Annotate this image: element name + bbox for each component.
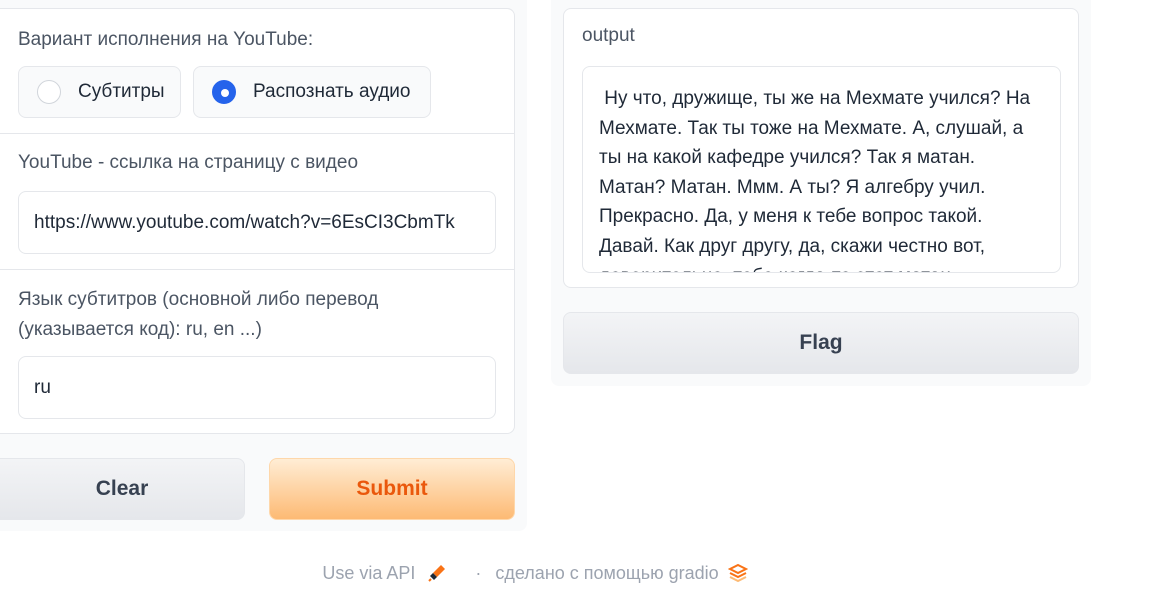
output-card: output Ну что, дружище, ты же на Мехмате… bbox=[563, 8, 1079, 288]
radio-option-subtitles[interactable]: Субтитры bbox=[18, 66, 181, 118]
use-via-api-link[interactable]: Use via API bbox=[322, 563, 447, 584]
footer: Use via API · сделано с помощью gradio bbox=[0, 558, 1070, 588]
output-panel: output Ну что, дружище, ты же на Мехмате… bbox=[551, 0, 1091, 386]
language-block: Язык субтитров (основной либо перевод (у… bbox=[0, 270, 515, 435]
url-input[interactable]: https://www.youtube.com/watch?v=6EsCI3Cb… bbox=[18, 191, 496, 254]
radio-option-label: Субтитры bbox=[78, 81, 165, 102]
clear-button[interactable]: Clear bbox=[0, 458, 245, 520]
flag-button[interactable]: Flag bbox=[563, 312, 1079, 374]
made-with-gradio-link[interactable]: сделано с помощью gradio bbox=[495, 563, 718, 584]
variant-radio-block: Вариант исполнения на YouTube: Субтитры … bbox=[0, 9, 515, 133]
output-label: output bbox=[582, 25, 635, 46]
api-link-label: Use via API bbox=[322, 562, 416, 583]
input-form-card: Вариант исполнения на YouTube: Субтитры … bbox=[0, 8, 515, 434]
radio-selected-icon[interactable] bbox=[212, 80, 236, 104]
gradio-logo-icon bbox=[727, 563, 748, 583]
language-label-line2: (указывается код): ru, en ...) bbox=[18, 319, 262, 340]
radio-option-label: Распознать аудио bbox=[253, 81, 411, 102]
output-textbox[interactable]: Ну что, дружище, ты же на Мехмате учился… bbox=[582, 66, 1061, 273]
rocket-icon bbox=[427, 563, 447, 583]
radio-unselected-icon[interactable] bbox=[37, 80, 61, 104]
radio-option-recognize-audio[interactable]: Распознать аудио bbox=[193, 66, 431, 118]
made-with-label: сделано с помощью gradio bbox=[495, 562, 719, 583]
footer-separator: · bbox=[475, 562, 482, 583]
url-block: YouTube - ссылка на страницу с видео htt… bbox=[0, 134, 515, 269]
variant-label: Вариант исполнения на YouTube: bbox=[18, 29, 314, 50]
language-label-line1: Язык субтитров (основной либо перевод bbox=[18, 289, 379, 310]
url-label: YouTube - ссылка на страницу с видео bbox=[18, 152, 359, 173]
submit-button[interactable]: Submit bbox=[269, 458, 515, 520]
language-input[interactable]: ru bbox=[18, 356, 496, 419]
input-panel: Вариант исполнения на YouTube: Субтитры … bbox=[0, 0, 527, 531]
